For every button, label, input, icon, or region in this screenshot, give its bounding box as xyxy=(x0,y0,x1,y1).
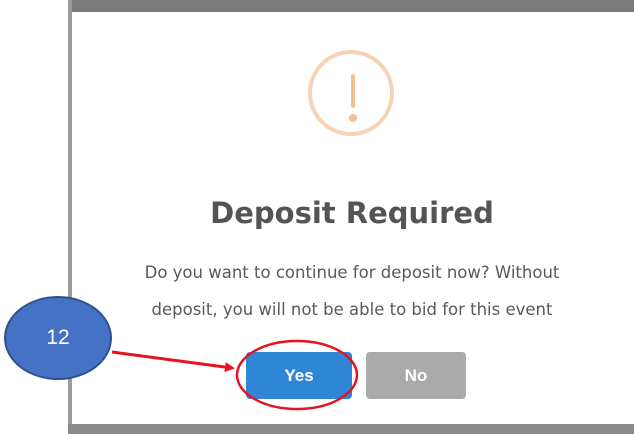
backdrop-top xyxy=(68,0,634,12)
yes-button[interactable]: Yes xyxy=(246,352,352,399)
dialog-title: Deposit Required xyxy=(210,196,494,230)
dialog-message-line-2: deposit, you will not be able to bid for… xyxy=(151,300,553,319)
dialog-message-line-1: Do you want to continue for deposit now?… xyxy=(144,263,560,282)
exclamation-dot xyxy=(349,114,357,122)
step-number-badge: 12 xyxy=(4,296,112,380)
backdrop-bottom xyxy=(68,424,634,434)
dialog-message: Do you want to continue for deposit now?… xyxy=(120,254,584,328)
exclamation-bar xyxy=(351,74,355,108)
no-button[interactable]: No xyxy=(366,352,466,399)
